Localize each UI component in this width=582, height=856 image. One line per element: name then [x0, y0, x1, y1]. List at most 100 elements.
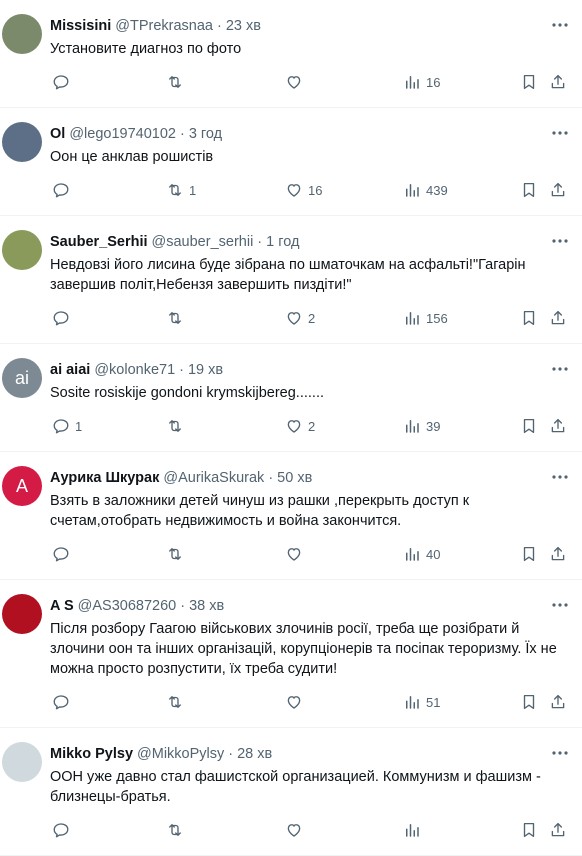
timestamp[interactable]: 23 хв: [226, 16, 261, 36]
reply-icon: [53, 823, 69, 838]
share-button[interactable]: [549, 181, 567, 199]
bookmark-button[interactable]: [520, 417, 538, 435]
author-name[interactable]: Sauber_Serhii: [50, 232, 148, 252]
avatar[interactable]: [2, 230, 42, 270]
share-button[interactable]: [549, 821, 567, 839]
views-button[interactable]: 51: [403, 693, 440, 711]
reply-text: Оон це анклав рошистів: [50, 149, 214, 165]
timestamp[interactable]: 3 год: [189, 124, 222, 144]
views-button[interactable]: 439: [403, 181, 448, 199]
more-icon[interactable]: [550, 361, 570, 377]
author-handle[interactable]: @sauber_serhii: [152, 232, 254, 252]
bookmark-button[interactable]: [520, 73, 538, 91]
author-name[interactable]: Mikko Pylsy: [50, 744, 133, 764]
like-button[interactable]: 2: [285, 417, 315, 435]
author-name[interactable]: A S: [50, 596, 74, 616]
reply-text: Невдовзі його лисина буде зібрана по шма…: [50, 257, 526, 293]
reply-button[interactable]: [52, 693, 75, 711]
reply-button[interactable]: [52, 545, 75, 563]
retweet-button[interactable]: [166, 309, 189, 327]
share-button[interactable]: [549, 309, 567, 327]
reply-item[interactable]: Sauber_Serhii @sauber_serhii · 1 год Нев…: [0, 216, 582, 344]
like-icon: [287, 312, 301, 325]
views-button[interactable]: 16: [403, 73, 440, 91]
avatar[interactable]: ai: [2, 358, 42, 398]
reply-button[interactable]: [52, 821, 75, 839]
action-bar: 51: [50, 693, 568, 713]
avatar[interactable]: A: [2, 466, 42, 506]
reply-header: Аурика Шкурак @AurikaSkurak · 50 хв: [50, 452, 568, 488]
author-handle[interactable]: @lego19740102: [69, 124, 176, 144]
author-name[interactable]: Ol: [50, 124, 65, 144]
bookmark-button[interactable]: [520, 181, 538, 199]
timestamp[interactable]: 19 хв: [188, 360, 223, 380]
reply-button[interactable]: [52, 73, 75, 91]
more-icon[interactable]: [550, 469, 570, 485]
author-handle[interactable]: @AS30687260: [78, 596, 177, 616]
more-icon[interactable]: [550, 125, 570, 141]
avatar[interactable]: [2, 122, 42, 162]
share-button[interactable]: [549, 693, 567, 711]
reply-item[interactable]: Missisini @TPrekrasnaa · 23 хв Установит…: [0, 0, 582, 108]
retweet-icon: [169, 184, 181, 196]
views-icon: [406, 824, 419, 837]
bookmark-button[interactable]: [520, 545, 538, 563]
like-button[interactable]: [285, 73, 308, 91]
more-icon[interactable]: [550, 745, 570, 761]
avatar-letter: ai: [14, 367, 29, 388]
author-handle[interactable]: @kolonke71: [94, 360, 175, 380]
retweet-button[interactable]: [166, 73, 189, 91]
more-icon[interactable]: [550, 597, 570, 613]
author-name[interactable]: ai aiai: [50, 360, 90, 380]
avatar[interactable]: [2, 14, 42, 54]
share-button[interactable]: [549, 545, 567, 563]
avatar[interactable]: [2, 742, 42, 782]
like-button[interactable]: [285, 821, 308, 839]
like-button[interactable]: [285, 545, 308, 563]
like-button[interactable]: 2: [285, 309, 315, 327]
retweet-button[interactable]: [166, 417, 189, 435]
share-button[interactable]: [549, 73, 567, 91]
reply-item[interactable]: Mikko Pylsy @MikkoPylsy · 28 хв ООН уже …: [0, 728, 582, 856]
reply-header: Ol @lego19740102 · 3 год: [50, 108, 568, 144]
views-icon: [406, 420, 419, 433]
reply-button[interactable]: [52, 181, 75, 199]
reply-item[interactable]: A S @AS30687260 · 38 хв Після розбору Га…: [0, 580, 582, 728]
retweet-icon: [169, 824, 181, 836]
views-button[interactable]: 156: [403, 309, 448, 327]
retweet-button[interactable]: 1: [166, 181, 196, 199]
reply-item[interactable]: Ol @lego19740102 · 3 год Оон це анклав р…: [0, 108, 582, 216]
like-button[interactable]: 16: [285, 181, 322, 199]
bookmark-button[interactable]: [520, 309, 538, 327]
views-button[interactable]: 40: [403, 545, 440, 563]
share-button[interactable]: [549, 417, 567, 435]
like-button[interactable]: [285, 693, 308, 711]
views-button[interactable]: 39: [403, 417, 440, 435]
author-handle[interactable]: @AurikaSkurak: [163, 468, 264, 488]
timestamp[interactable]: 1 год: [266, 232, 299, 252]
views-button[interactable]: [403, 821, 426, 839]
reply-item[interactable]: A Аурика Шкурак @AurikaSkurak · 50 хв Вз…: [0, 452, 582, 580]
bookmark-button[interactable]: [520, 821, 538, 839]
author-name[interactable]: Missisini: [50, 16, 111, 36]
author-handle[interactable]: @TPrekrasnaa: [115, 16, 213, 36]
reply-item[interactable]: ai ai aiai @kolonke71 · 19 хв Sosite ros…: [0, 344, 582, 452]
author-name[interactable]: Аурика Шкурак: [50, 468, 159, 488]
author-handle[interactable]: @MikkoPylsy: [137, 744, 224, 764]
more-icon[interactable]: [550, 233, 570, 249]
share-icon: [551, 418, 565, 433]
retweet-button[interactable]: [166, 545, 189, 563]
retweet-button[interactable]: [166, 693, 189, 711]
bookmark-button[interactable]: [520, 693, 538, 711]
separator-dot: ·: [268, 470, 274, 486]
reply-button[interactable]: [52, 309, 75, 327]
like-count: 2: [308, 310, 316, 326]
more-icon[interactable]: [550, 17, 570, 33]
avatar[interactable]: [2, 594, 42, 634]
retweet-button[interactable]: [166, 821, 189, 839]
timestamp[interactable]: 28 хв: [237, 744, 272, 764]
reply-icon: [53, 695, 69, 710]
timestamp[interactable]: 50 хв: [277, 468, 312, 488]
timestamp[interactable]: 38 хв: [189, 596, 224, 616]
reply-button[interactable]: 1: [52, 417, 82, 435]
